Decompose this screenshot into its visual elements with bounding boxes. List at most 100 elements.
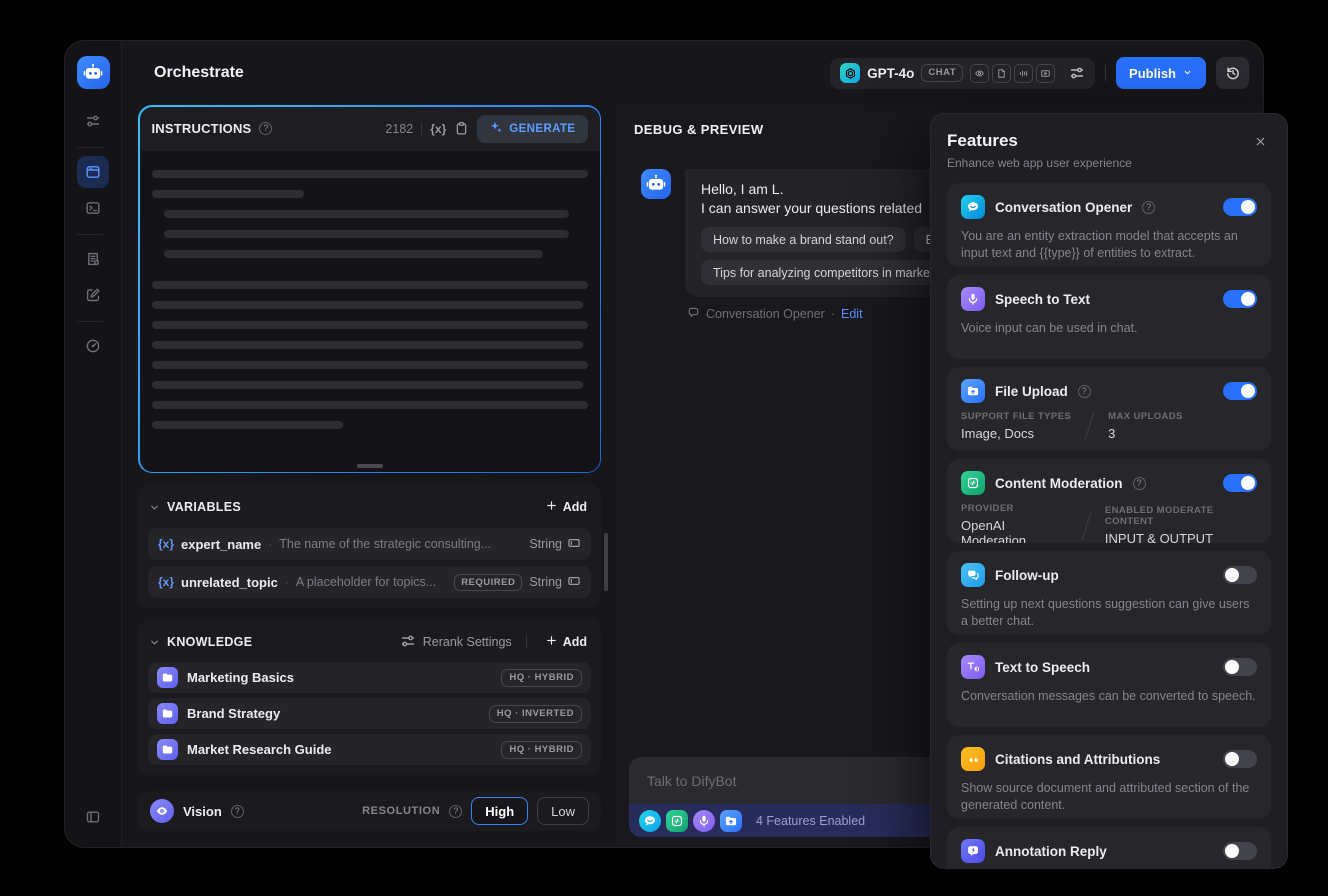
feature-field-label: PROVIDER: [961, 503, 1014, 514]
skeleton-text-line: [151, 280, 588, 289]
debug-preview-title: DEBUG & PREVIEW: [634, 122, 764, 137]
feature-description: Voice input can be used in chat.: [961, 321, 1138, 335]
text-to-speech-toggle[interactable]: [1223, 658, 1257, 676]
plus-icon: [545, 634, 558, 650]
vision-capability-icon: [970, 63, 990, 83]
knowledge-row[interactable]: Market Research Guide HQ · HYBRID: [148, 734, 591, 765]
required-badge: REQUIRED: [454, 573, 523, 591]
help-icon[interactable]: ?: [230, 804, 244, 818]
sidebar-item-annotation-edit-icon[interactable]: [77, 279, 109, 311]
variable-name: unrelated_topic: [181, 574, 278, 590]
retrieval-mode-badge: HQ · HYBRID: [501, 668, 582, 687]
feature-field-value: Image, Docs: [961, 426, 1034, 441]
knowledge-row[interactable]: Brand Strategy HQ · INVERTED: [148, 698, 591, 729]
feature-field-label: ENABLED MODERATE CONTENT: [1104, 505, 1214, 527]
skeleton-text-line: [151, 360, 588, 369]
help-icon[interactable]: ?: [449, 804, 463, 818]
variable-description: A placeholder for topics...: [295, 575, 437, 589]
column-divider: [1084, 411, 1095, 441]
feature-description: You are an entity extraction model that …: [961, 229, 1238, 260]
sidebar-item-monitoring-gauge-icon[interactable]: [77, 330, 109, 362]
add-variable-button[interactable]: Add: [541, 499, 591, 515]
citations-toggle[interactable]: [1223, 750, 1257, 768]
vision-title: Vision: [183, 803, 222, 819]
vision-section: Vision ? RESOLUTION ? High Low: [138, 791, 601, 831]
feature-card-follow-up: Follow-up Setting up next questions sugge…: [947, 551, 1271, 635]
skeleton-text-line: [151, 320, 588, 329]
help-icon[interactable]: ?: [259, 122, 273, 135]
feature-name: Annotation Reply: [995, 843, 1107, 859]
file-upload-toggle[interactable]: [1223, 382, 1257, 400]
help-icon[interactable]: ?: [1132, 476, 1146, 490]
version-history-button[interactable]: [1216, 57, 1249, 89]
chevron-down-icon[interactable]: [148, 501, 161, 514]
instructions-panel[interactable]: INSTRUCTIONS ? 2182 {x} GENERATE: [138, 105, 601, 473]
model-selector[interactable]: GPT-4o CHAT: [830, 57, 1096, 89]
variable-row[interactable]: {x} expert_name · The name of the strategic…: [148, 528, 591, 560]
rerank-settings-button[interactable]: Rerank Settings: [400, 633, 512, 652]
skeleton-text-line: [151, 300, 584, 309]
generate-label: GENERATE: [509, 122, 576, 135]
sidebar-item-tune-icon[interactable]: [77, 105, 109, 137]
knowledge-row[interactable]: Marketing Basics HQ · HYBRID: [148, 662, 591, 693]
variable-description: The name of the strategic consulting...: [279, 537, 492, 551]
feature-card-text-to-speech: Text to Speech Conversation messages can …: [947, 643, 1271, 727]
dataset-folder-icon: [157, 703, 178, 724]
variable-name: expert_name: [181, 536, 262, 552]
retrieval-mode-badge: HQ · HYBRID: [501, 740, 582, 759]
sidebar-item-terminal-icon[interactable]: [77, 192, 109, 224]
features-panel: Features Enhance web app user experience…: [930, 113, 1288, 869]
content-moderation-toggle[interactable]: [1223, 474, 1257, 492]
help-icon[interactable]: ?: [1142, 200, 1156, 214]
feature-card-conversation-opener: Conversation Opener? You are an entity ex…: [947, 183, 1271, 267]
close-icon[interactable]: [1250, 131, 1271, 152]
sidebar-item-document-log-icon[interactable]: [77, 243, 109, 275]
sidebar-item-studio-window-icon[interactable]: [77, 156, 109, 188]
suggested-question-chip[interactable]: Tips for analyzing competitors in market: [701, 260, 946, 285]
sidebar: [65, 41, 122, 847]
section-divider: [525, 635, 527, 649]
follow-up-toggle[interactable]: [1223, 566, 1257, 584]
chevron-down-icon[interactable]: [148, 636, 161, 649]
skeleton-text-line: [151, 340, 584, 349]
add-label: Add: [562, 500, 587, 514]
features-panel-subtitle: Enhance web app user experience: [947, 156, 1132, 170]
feature-name: Citations and Attributions: [995, 751, 1161, 767]
app-logo-robot-icon[interactable]: [76, 56, 110, 89]
column-divider: [1081, 511, 1092, 540]
add-knowledge-button[interactable]: Add: [541, 634, 591, 650]
resize-handle[interactable]: [356, 464, 383, 468]
dataset-name: Marketing Basics: [187, 670, 294, 685]
feature-name: Speech to Text: [995, 291, 1091, 307]
feature-field-label: SUPPORT FILE TYPES: [961, 411, 1072, 422]
help-icon[interactable]: ?: [1077, 384, 1091, 398]
feature-card-file-upload: File Upload? SUPPORT FILE TYPES Image, Doc…: [947, 367, 1271, 451]
edit-opener-link[interactable]: Edit: [841, 307, 863, 321]
insert-variable-icon[interactable]: {x}: [430, 122, 446, 136]
collapse-sidebar-icon[interactable]: [77, 801, 109, 833]
variable-row[interactable]: {x} unrelated_topic · A placeholder for top…: [148, 566, 591, 598]
scrollbar-thumb[interactable]: [604, 533, 608, 591]
skeleton-text-line: [163, 209, 569, 218]
resolution-low-button[interactable]: Low: [537, 797, 589, 825]
annotation-reply-toggle[interactable]: [1223, 842, 1257, 860]
model-parameters-icon[interactable]: [1069, 65, 1085, 81]
sidebar-divider: [77, 147, 103, 148]
generate-button[interactable]: GENERATE: [477, 114, 588, 143]
knowledge-title: KNOWLEDGE: [167, 635, 253, 649]
suggested-question-chip[interactable]: How to make a brand stand out?: [701, 227, 906, 252]
variable-icon: {x}: [158, 537, 175, 551]
speech-to-text-toggle[interactable]: [1223, 290, 1257, 308]
instructions-editor[interactable]: [140, 151, 600, 472]
add-label: Add: [562, 635, 587, 649]
separator: ·: [830, 307, 835, 321]
conversation-opener-toggle[interactable]: [1223, 198, 1257, 216]
openai-logo-icon: [840, 63, 861, 83]
publish-button[interactable]: Publish: [1116, 57, 1206, 89]
chat-bubble-icon: [687, 306, 700, 322]
copy-icon[interactable]: [454, 121, 469, 136]
feature-description: Conversation messages can be converted t…: [961, 689, 1256, 703]
resolution-high-button[interactable]: High: [471, 797, 529, 825]
resolution-label: RESOLUTION: [362, 805, 441, 817]
chevron-down-icon: [1182, 66, 1193, 81]
